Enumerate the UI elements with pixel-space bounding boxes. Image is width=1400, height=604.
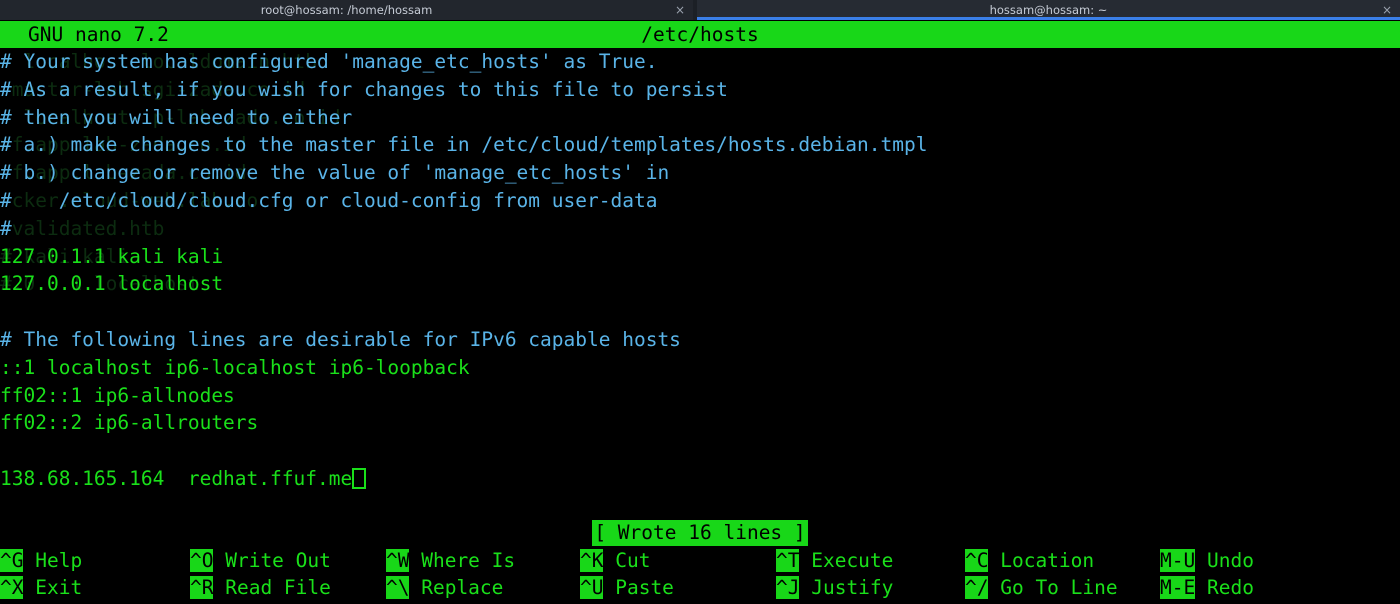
editor-line: # b.) change or remove the value of 'man…: [0, 161, 670, 185]
editor-line: ::1 localhost ip6-localhost ip6-loopback: [0, 355, 470, 379]
shortcut-key: ^J: [776, 576, 800, 599]
shortcut-label: Cut: [603, 549, 651, 572]
editor-cursor-line-text: 138.68.165.164 redhat.ffuf.me: [0, 467, 353, 490]
shortcut-item[interactable]: ^C Location: [965, 548, 1094, 574]
editor-line: 127.0.1.1 kali kali: [0, 244, 224, 268]
shortcut-key: ^O: [190, 549, 214, 572]
shortcut-label: Read File: [213, 576, 331, 599]
text-cursor: [352, 468, 366, 489]
shortcut-label: Exit: [23, 576, 83, 599]
shortcut-item[interactable]: ^U Paste: [580, 575, 674, 601]
shortcut-item[interactable]: ^/ Go To Line: [965, 575, 1118, 601]
editor-line: # then you will need to either: [0, 105, 353, 129]
shortcut-label: Execute: [799, 549, 894, 572]
shortcut-label: Redo: [1195, 576, 1254, 599]
shortcut-item[interactable]: ^W Where Is: [386, 548, 515, 574]
shortcut-label: Location: [988, 549, 1095, 572]
close-icon[interactable]: ×: [675, 4, 685, 16]
shortcut-item[interactable]: ^O Write Out: [190, 548, 331, 574]
shortcut-label: Paste: [603, 576, 674, 599]
terminal-tab-2[interactable]: hossam@hossam: ~ ×: [697, 0, 1400, 20]
nano-editor-area[interactable]: # localhost localdomain.htb #master-lab.s…: [0, 48, 1400, 516]
shortcut-item[interactable]: M-U Undo: [1160, 548, 1254, 574]
editor-line: # As a result, if you wish for changes t…: [0, 77, 728, 101]
editor-line: 127.0.0.1 localhost: [0, 272, 224, 296]
terminal-tab-bar: root@hossam: /home/hossam × hossam@hossa…: [0, 0, 1400, 20]
nano-status-message-row: [ Wrote 16 lines ]: [0, 520, 1400, 546]
shortcut-label: Help: [23, 549, 83, 572]
editor-cursor-line[interactable]: 138.68.165.164 redhat.ffuf.me: [0, 465, 366, 493]
shortcut-item[interactable]: ^\ Replace: [386, 575, 503, 601]
shortcut-item[interactable]: M-E Redo: [1160, 575, 1254, 601]
shortcut-item[interactable]: ^K Cut: [580, 548, 650, 574]
shortcut-key: M-U: [1160, 549, 1196, 572]
editor-line: #: [0, 216, 12, 240]
editor-line: ff02::2 ip6-allrouters: [0, 411, 259, 435]
shortcut-key: ^/: [965, 576, 989, 599]
shortcut-key: ^C: [965, 549, 989, 572]
shortcut-item[interactable]: ^X Exit: [0, 575, 82, 601]
active-tab-indicator: [697, 17, 1400, 20]
shortcut-key: ^\: [386, 576, 410, 599]
shortcut-item[interactable]: ^G Help: [0, 548, 82, 574]
editor-line: # a.) make changes to the master file in…: [0, 133, 928, 157]
editor-ghost-line: #validated.htb: [0, 216, 165, 240]
shortcut-key: M-E: [1160, 576, 1196, 599]
terminal-tab-1-title: root@hossam: /home/hossam: [260, 3, 433, 17]
shortcut-label: Where Is: [409, 549, 516, 572]
shortcut-item[interactable]: ^T Execute: [776, 548, 893, 574]
shortcut-item[interactable]: ^J Justify: [776, 575, 893, 601]
terminal-window: root@hossam: /home/hossam × hossam@hossa…: [0, 0, 1400, 600]
shortcut-key: ^W: [386, 549, 410, 572]
shortcut-key: ^T: [776, 549, 800, 572]
nano-title-bar: GNU nano 7.2 /etc/hosts: [0, 21, 1400, 48]
shortcut-label: Write Out: [213, 549, 331, 572]
editor-line: ff02::1 ip6-allnodes: [0, 383, 235, 407]
close-icon[interactable]: ×: [1382, 4, 1392, 16]
shortcut-key: ^X: [0, 576, 24, 599]
editor-line: # Your system has configured 'manage_etc…: [0, 50, 658, 73]
status-badge: [ Wrote 16 lines ]: [592, 520, 808, 546]
shortcut-key: ^R: [190, 576, 214, 599]
editor-line: # The following lines are desirable for …: [0, 328, 681, 351]
shortcut-key: ^G: [0, 549, 24, 572]
shortcut-label: Justify: [799, 576, 894, 599]
editor-line: # /etc/cloud/cloud.cfg or cloud-config f…: [0, 189, 658, 212]
nano-filename-label: /etc/hosts: [641, 23, 759, 46]
shortcut-label: Go To Line: [988, 576, 1118, 599]
nano-shortcut-bar: ^G Help ^O Write Out ^W Where Is ^K Cut ^T E…: [0, 548, 1400, 604]
terminal-tab-2-title: hossam@hossam: ~: [989, 3, 1108, 17]
shortcut-key: ^U: [580, 576, 604, 599]
terminal-tab-1[interactable]: root@hossam: /home/hossam ×: [0, 0, 693, 20]
shortcut-label: Replace: [409, 576, 504, 599]
shortcut-label: Undo: [1195, 549, 1254, 572]
shortcut-key: ^K: [580, 549, 604, 572]
shortcut-item[interactable]: ^R Read File: [190, 575, 331, 601]
